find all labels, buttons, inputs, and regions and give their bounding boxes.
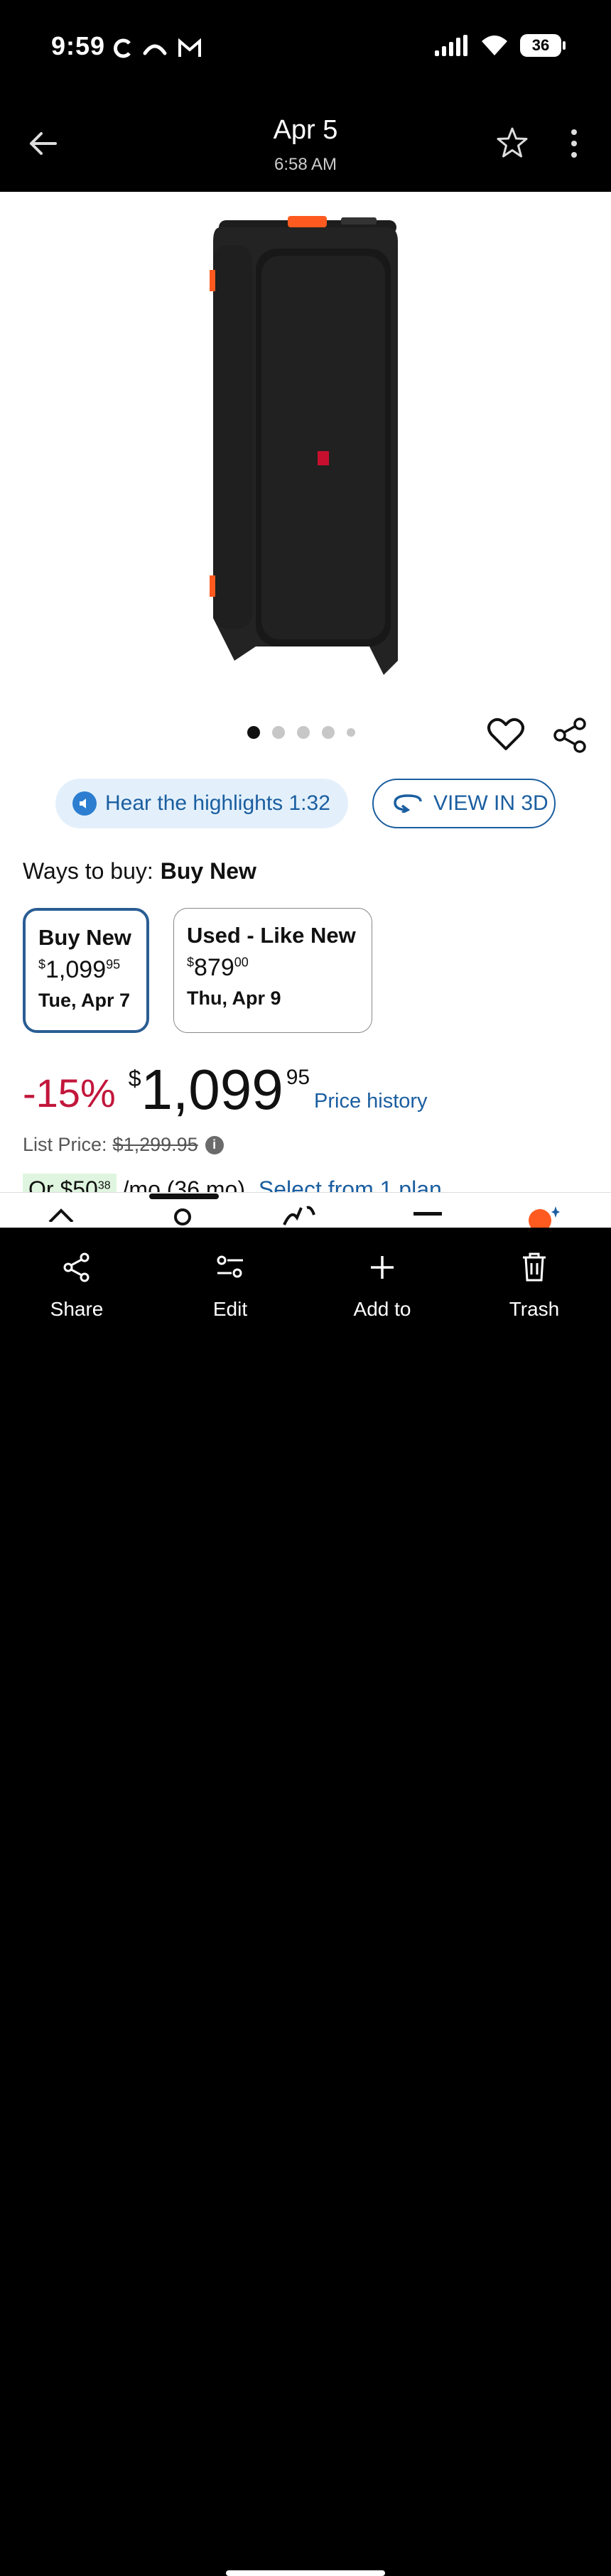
notifications-icon[interactable] xyxy=(283,1205,318,1228)
product-image[interactable] xyxy=(206,206,405,675)
discount-percent: -15% xyxy=(23,1071,116,1115)
share-icon[interactable] xyxy=(553,718,588,753)
edit-label: Edit xyxy=(212,1298,248,1320)
ebay-bottom-nav xyxy=(0,1192,611,1228)
price-currency: $ xyxy=(128,1066,141,1091)
buy-option-used[interactable]: Used - Like New $87900 Thu, Apr 9 xyxy=(173,908,372,1033)
list-price: List Price: $1,299.95 i xyxy=(23,1134,224,1156)
buy-option-new[interactable]: Buy New $1,09995 Tue, Apr 7 xyxy=(23,908,149,1033)
status-notification-icons xyxy=(114,34,202,63)
c-app-icon xyxy=(114,38,131,58)
view-in-3d-button[interactable]: VIEW IN 3D xyxy=(372,779,556,828)
list-price-value: $1,299.95 xyxy=(112,1134,198,1155)
ways-to-buy-label: Ways to buy: xyxy=(23,858,153,884)
signal-icon xyxy=(435,35,467,56)
price-history-link[interactable]: Price history xyxy=(314,1090,428,1113)
plus-icon xyxy=(371,1256,394,1279)
rotate-3d-icon xyxy=(394,794,422,813)
speaker-icon xyxy=(72,791,97,816)
heart-icon[interactable] xyxy=(487,718,524,752)
gallery-dot[interactable] xyxy=(297,726,310,739)
missed-call-icon xyxy=(143,44,167,55)
current-price: -15% $ 1,099 95 xyxy=(23,1054,310,1118)
option-price: $1,09995 xyxy=(38,956,121,983)
search-icon[interactable] xyxy=(172,1206,193,1228)
list-price-label: List Price: xyxy=(23,1134,107,1155)
battery-level: 36 xyxy=(531,36,550,54)
price-cents: 95 xyxy=(286,1066,310,1089)
hear-highlights-button[interactable]: Hear the highlights 1:32 xyxy=(55,779,348,828)
info-icon[interactable]: i xyxy=(205,1135,224,1154)
option-delivery-date: Tue, Apr 7 xyxy=(38,990,131,1011)
more-options-icon[interactable] xyxy=(567,128,581,159)
gallery-dot[interactable] xyxy=(322,726,335,739)
option-price: $87900 xyxy=(187,954,249,981)
product-page: Hear the highlights 1:32 VIEW IN 3D Ways… xyxy=(0,192,611,1228)
option-delivery-date: Thu, Apr 9 xyxy=(187,987,281,1009)
edit-icon xyxy=(217,1255,243,1278)
gallery-dot[interactable] xyxy=(347,728,355,737)
wifi-icon xyxy=(482,36,507,55)
ways-to-buy-selected: Buy New xyxy=(160,858,256,884)
profile-icon[interactable] xyxy=(527,1205,560,1228)
trash-label: Trash xyxy=(509,1298,560,1320)
nav-divider xyxy=(0,1192,611,1193)
gallery-dot[interactable] xyxy=(272,726,285,739)
price-amount: 1,099 xyxy=(141,1058,283,1121)
status-bar: 9:59 36 xyxy=(0,0,611,99)
option-title: Used - Like New xyxy=(187,923,356,948)
status-time: 9:59 xyxy=(51,31,106,60)
ways-to-buy: Ways to buy: Buy New xyxy=(23,858,256,884)
menu-icon[interactable] xyxy=(413,1211,442,1218)
add-to-label: Add to xyxy=(353,1298,411,1320)
gesture-home-bar[interactable] xyxy=(226,2570,385,2576)
screenshot-action-bar: Share Edit Add to Trash xyxy=(0,1228,611,2576)
edit-action[interactable]: Edit xyxy=(173,1252,287,1321)
share-action[interactable]: Share xyxy=(20,1252,134,1321)
home-icon[interactable] xyxy=(47,1208,75,1222)
trash-action[interactable]: Trash xyxy=(477,1252,591,1321)
gallery-pagination xyxy=(247,726,355,739)
option-title: Buy New xyxy=(38,925,131,950)
status-right-icons: 36 xyxy=(433,34,566,57)
star-icon[interactable] xyxy=(496,126,529,159)
trash-icon xyxy=(523,1252,546,1282)
gallery-dot[interactable] xyxy=(247,726,260,739)
view-in-3d-label: VIEW IN 3D xyxy=(433,791,548,815)
scroll-handle xyxy=(149,1194,219,1199)
battery-indicator: 36 xyxy=(520,34,566,57)
add-to-action[interactable]: Add to xyxy=(325,1252,439,1321)
gmail-icon xyxy=(178,38,201,57)
hear-highlights-label: Hear the highlights 1:32 xyxy=(105,791,330,815)
app-bar: Apr 5 6:58 AM xyxy=(0,99,611,192)
share-label: Share xyxy=(50,1298,104,1320)
share-icon xyxy=(63,1252,90,1282)
